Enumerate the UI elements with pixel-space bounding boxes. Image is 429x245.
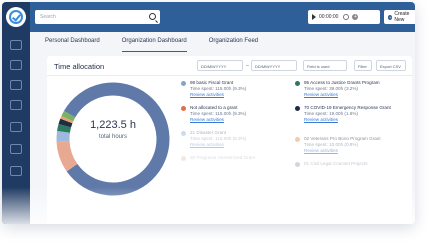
- donut-slice[interactable]: [61, 110, 76, 122]
- legend-dot: [181, 131, 186, 136]
- legend-item: Not allocated to a grant Time spent: 115…: [181, 105, 291, 123]
- legend-dot: [295, 162, 300, 167]
- create-new-label: Create New: [394, 11, 410, 23]
- export-csv-label: Export CSV: [380, 64, 401, 69]
- dashboard-tabs: Personal Dashboard Organization Dashboar…: [30, 32, 415, 52]
- legend-name: 30 Programs Unrestricted Grant: [190, 155, 256, 160]
- legend-dot: [295, 137, 300, 142]
- review-activities-link[interactable]: Review activities: [295, 92, 405, 98]
- filter-label: Filter: [358, 64, 367, 69]
- tab-organization-feed[interactable]: Organization Feed: [209, 32, 258, 52]
- tab-organization-dashboard[interactable]: Organization Dashboard: [121, 32, 187, 52]
- reports-icon[interactable]: [10, 122, 22, 132]
- grid-icon[interactable]: [10, 80, 22, 90]
- legend-item: 70 COVID-19 Emergency Response Grant Tim…: [295, 105, 405, 123]
- legend-dot: [181, 156, 186, 161]
- review-activities-link[interactable]: Review activities: [181, 142, 291, 148]
- bottom-fade-overlay: [2, 187, 415, 224]
- date-to-field[interactable]: DD/MM/YYYY: [251, 60, 297, 71]
- folder-icon[interactable]: [10, 144, 22, 154]
- legend-name: 01 Civil Legal Counsel Projects: [304, 161, 368, 166]
- export-csv-button[interactable]: Export CSV: [376, 60, 406, 71]
- date-from-value: DD/MM/YYYY: [201, 64, 227, 69]
- legend-dot: [181, 106, 186, 111]
- clock-icon: [343, 14, 350, 20]
- card-divider: [47, 75, 412, 76]
- legend-dot: [181, 81, 186, 86]
- search-icon[interactable]: [149, 13, 156, 20]
- review-activities-link[interactable]: Review activities: [181, 92, 291, 98]
- total-hours-value: 1,223.5 h: [90, 119, 136, 131]
- timer-value: 00:00:00: [319, 14, 339, 20]
- plus-icon[interactable]: +: [352, 14, 359, 20]
- legend-item: 02 Veterans Pro Bono Program Grant Time …: [295, 136, 405, 154]
- app-window: Search 00:00:00 + + Create New ▾ Persona…: [2, 2, 415, 224]
- plus-circle-icon: +: [388, 14, 393, 20]
- date-to-value: DD/MM/YYYY: [255, 64, 281, 69]
- donut-slice[interactable]: [56, 140, 78, 172]
- legend-item: 21 Disaster Grant Time spent: 115.00h (9…: [181, 130, 291, 148]
- filter-button[interactable]: Filter: [354, 60, 372, 71]
- search-input[interactable]: Search: [35, 10, 160, 24]
- legend-item: 95 Access to Justice Grants Program Time…: [295, 80, 405, 98]
- legend-item: 98 basic Fiscal Grant Time spent: 115.00…: [181, 80, 291, 98]
- review-activities-link[interactable]: Review activities: [295, 148, 405, 154]
- legend-item: 30 Programs Unrestricted Grant: [181, 155, 291, 161]
- card-title: Time allocation: [54, 62, 105, 71]
- total-hours-label: total hours: [98, 134, 128, 140]
- check-logo-icon: [9, 10, 23, 24]
- date-range-separator: –: [246, 63, 249, 69]
- tab-personal-dashboard[interactable]: Personal Dashboard: [45, 32, 100, 52]
- top-bar: Search 00:00:00 + + Create New ▾: [30, 2, 415, 32]
- review-activities-link[interactable]: Review activities: [181, 117, 291, 123]
- home-icon[interactable]: [10, 40, 22, 50]
- search-placeholder: Search: [40, 14, 56, 20]
- legend-dot: [295, 106, 300, 111]
- calendar-icon[interactable]: [10, 60, 22, 70]
- date-from-field[interactable]: DD/MM/YYYY: [197, 60, 243, 71]
- create-new-button[interactable]: + Create New ▾: [384, 10, 415, 24]
- briefcase-icon[interactable]: [10, 100, 22, 110]
- legend-item: 01 Civil Legal Counsel Projects: [295, 161, 405, 167]
- settings-icon[interactable]: [10, 166, 22, 176]
- timer-widget[interactable]: 00:00:00 +: [308, 10, 380, 24]
- field-filter-select[interactable]: Field is used: [303, 60, 347, 71]
- play-icon[interactable]: [312, 14, 316, 20]
- app-logo[interactable]: [6, 7, 26, 27]
- legend-dot: [295, 81, 300, 86]
- review-activities-link[interactable]: Review activities: [295, 117, 405, 123]
- field-filter-value: Field is used: [307, 64, 330, 69]
